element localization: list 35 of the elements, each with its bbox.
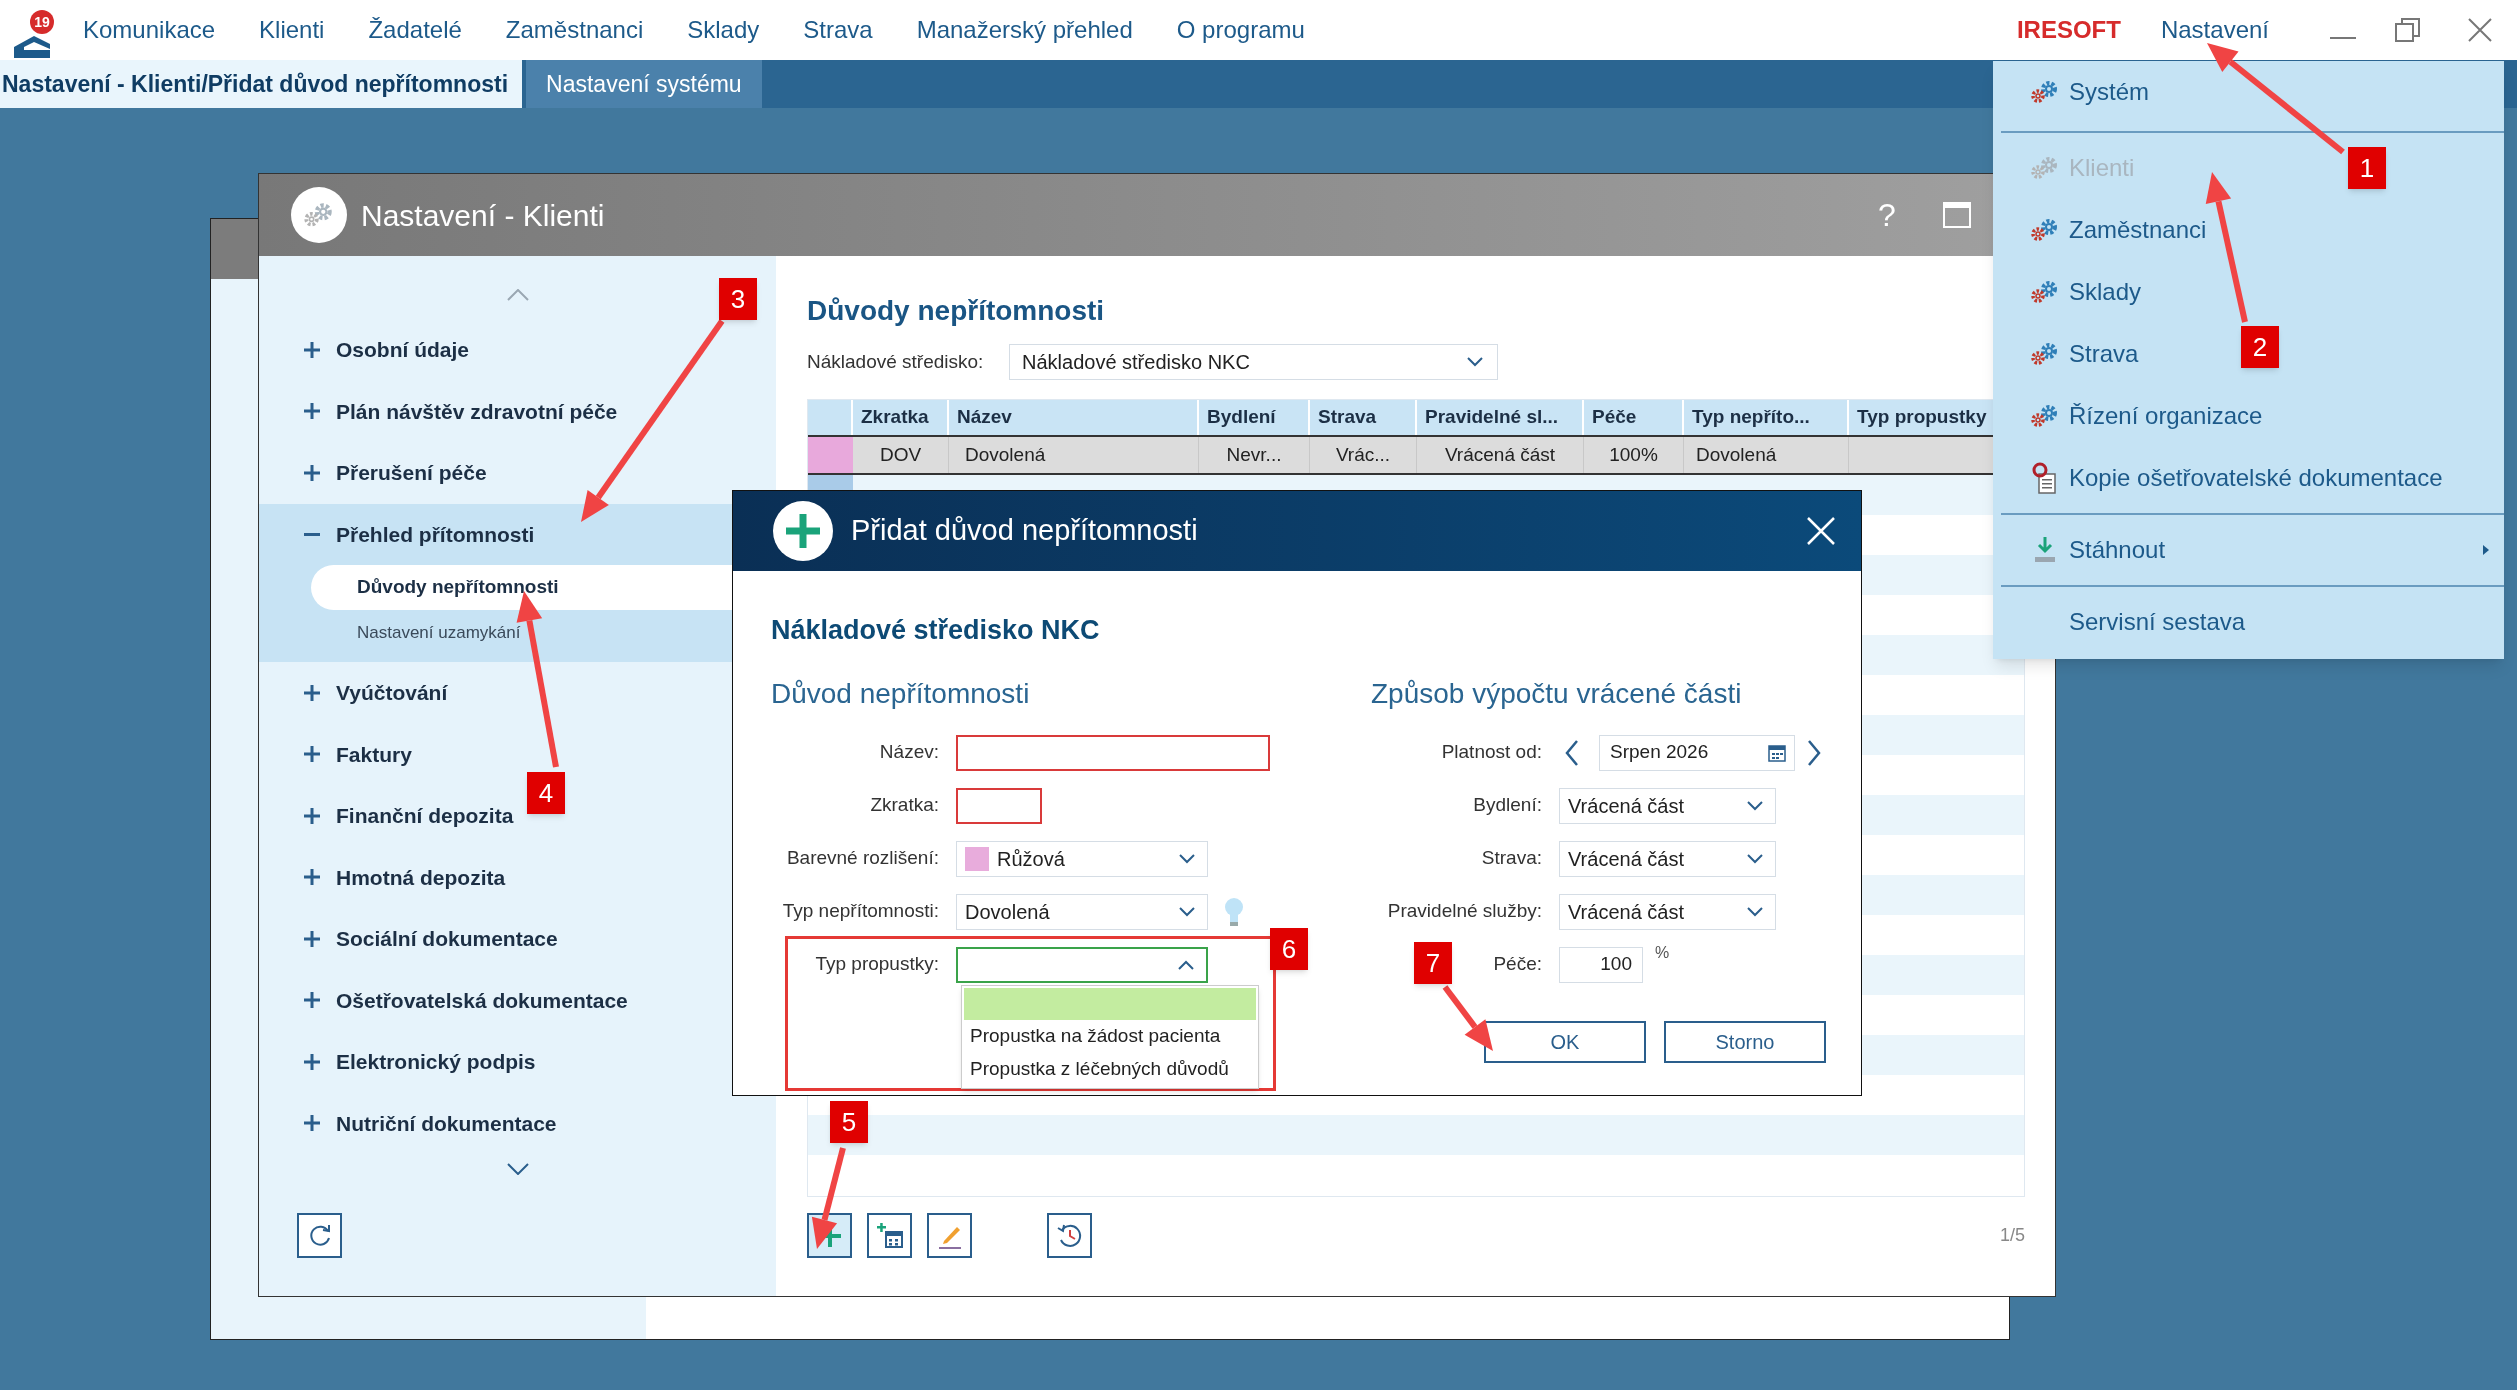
- table-cell-text: 100%: [1609, 442, 1658, 467]
- field-label: Typ nepřítomnosti:: [782, 899, 939, 924]
- window-title: Nastavení - Klienti: [361, 197, 605, 234]
- table-cell-text: Vrác...: [1335, 442, 1391, 467]
- table-cell-text: Vrácená část: [1444, 442, 1556, 467]
- callout-number: 6: [1270, 928, 1308, 970]
- callout-number: 7: [1414, 942, 1452, 984]
- form-title: Nákladové středisko NKC: [771, 613, 1101, 647]
- callout-number: 3: [719, 278, 757, 320]
- field-label: Zkratka:: [870, 793, 939, 818]
- table-cell-text: Dovolená: [965, 442, 1046, 467]
- dialog-title: Přidat důvod nepřítomnosti: [851, 513, 1198, 549]
- page-indicator: 1/5: [1999, 1224, 2025, 1247]
- section-heading: Důvody nepřítomnosti: [807, 294, 1106, 328]
- unit-label: %: [1655, 942, 1670, 963]
- notification-badge: 19: [30, 10, 54, 34]
- field-label: Péče:: [1493, 952, 1542, 977]
- field-label: Barevné rozlišení:: [786, 846, 939, 871]
- callout-number: 1: [2348, 147, 2386, 189]
- table-cell-text: Dovolená: [1696, 442, 1777, 467]
- field-label: Typ propustky:: [815, 952, 939, 977]
- field-label: Nákladové středisko:: [807, 349, 985, 374]
- callout-number: 5: [830, 1101, 868, 1143]
- field-label: Bydlení:: [1473, 793, 1542, 818]
- field-label: Strava:: [1481, 846, 1542, 871]
- table-cell-text: Nevr...: [1226, 442, 1282, 467]
- table-cell-text: DOV: [879, 442, 922, 467]
- callout-number: 2: [2241, 326, 2279, 368]
- field-label: Pravidelné služby:: [1387, 899, 1542, 924]
- form-section-heading: Důvod nepřítomnosti: [771, 677, 1031, 711]
- form-section-heading: Způsob výpočtu vrácené části: [1371, 677, 1743, 711]
- field-label: Název:: [879, 740, 939, 765]
- callout-number: 4: [527, 772, 565, 814]
- field-label: Platnost od:: [1441, 740, 1542, 765]
- brand-label: IRESOFT: [2016, 15, 2121, 45]
